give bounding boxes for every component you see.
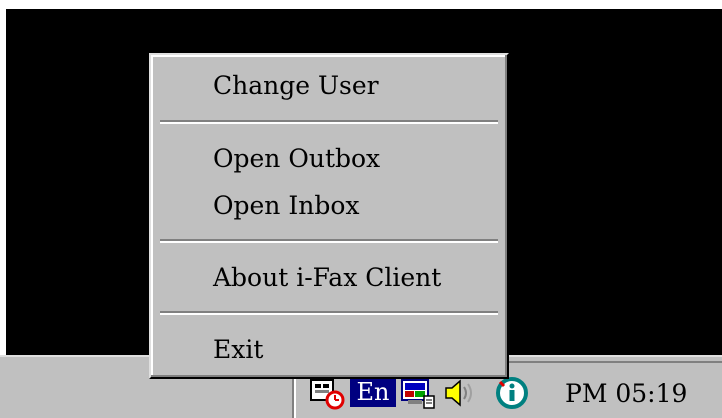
menu-separator — [160, 239, 498, 243]
screen: En PM 05:19 Change User Open Outbox Open… — [0, 0, 722, 418]
menu-separator — [160, 120, 498, 124]
taskbar-clock[interactable]: PM 05:19 — [565, 374, 687, 414]
menu-item-exit[interactable]: Exit — [155, 330, 503, 370]
display-properties-icon[interactable] — [398, 376, 438, 410]
language-indicator[interactable]: En — [350, 377, 396, 407]
menu-item-open-inbox[interactable]: Open Inbox — [155, 186, 503, 226]
menu-item-change-user[interactable]: Change User — [155, 66, 503, 106]
tray-context-menu: Change User Open Outbox Open Inbox About… — [149, 53, 509, 379]
menu-item-open-outbox[interactable]: Open Outbox — [155, 139, 503, 179]
menu-item-about[interactable]: About i-Fax Client — [155, 258, 503, 298]
menu-separator — [160, 311, 498, 315]
volume-icon[interactable] — [440, 376, 480, 410]
i-fax-client-icon[interactable] — [492, 376, 532, 410]
fax-status-icon[interactable] — [308, 376, 348, 410]
